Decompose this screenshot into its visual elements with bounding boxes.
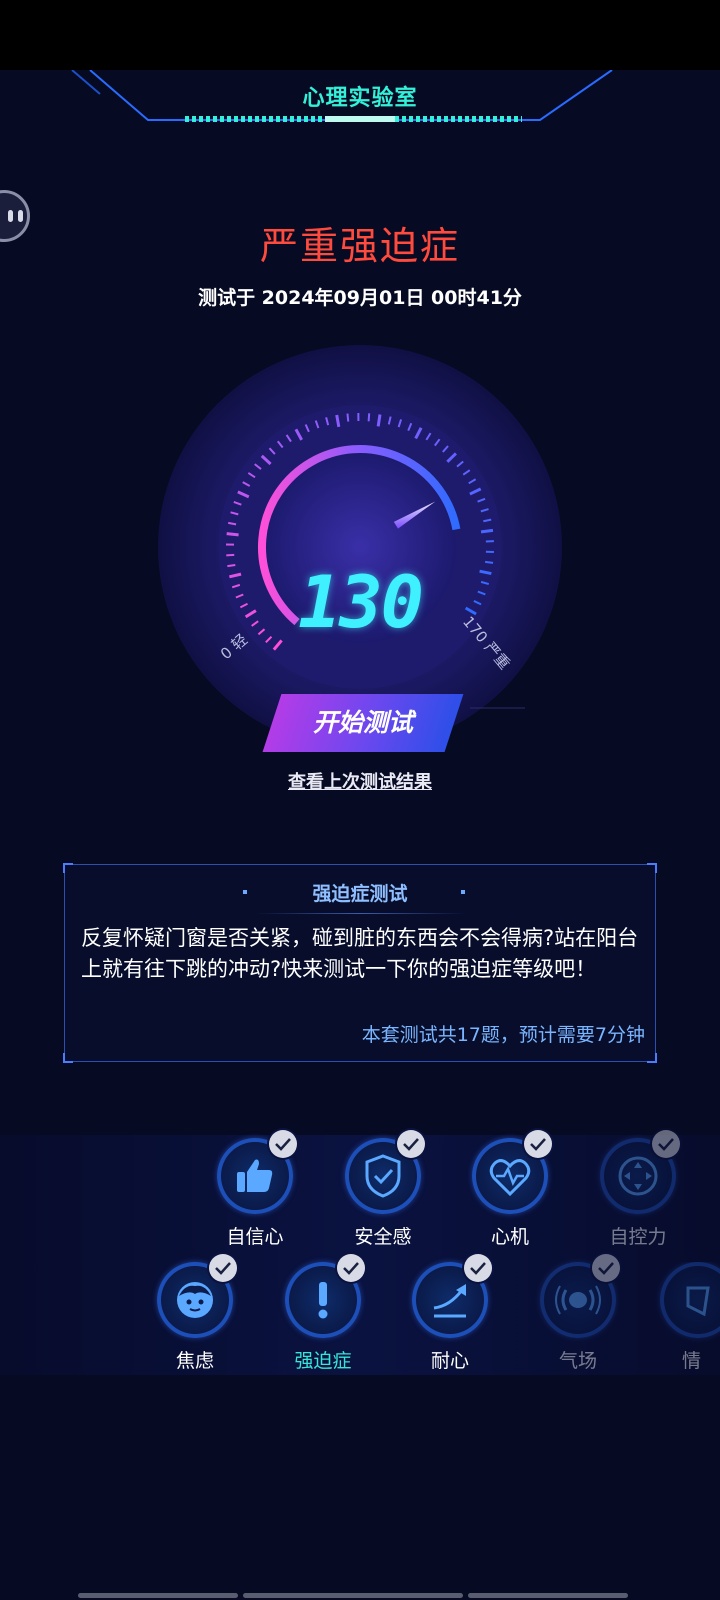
category-label: 强迫症	[294, 1350, 352, 1372]
face-icon	[177, 1282, 213, 1318]
category-icon-ring	[540, 1254, 620, 1338]
category-partial[interactable]: 情	[650, 1262, 720, 1373]
category-icon-ring	[600, 1130, 680, 1214]
check-icon	[275, 1138, 291, 1151]
checked-badge	[337, 1254, 365, 1282]
score-value: 130	[297, 560, 424, 644]
nav-bar-segment	[78, 1593, 238, 1598]
start-test-label: 开始测试	[312, 709, 413, 737]
result-date: 测试于 2024年09月01日 00时41分	[198, 287, 522, 309]
check-icon	[658, 1138, 674, 1151]
category-icon-ring	[472, 1130, 552, 1214]
category-label: 安全感	[354, 1226, 412, 1248]
checked-badge	[524, 1130, 552, 1158]
aura-icon	[555, 1285, 601, 1315]
category-label: 耐心	[430, 1350, 469, 1372]
category-label: 心机	[490, 1226, 529, 1248]
check-icon	[215, 1262, 231, 1275]
category-patience[interactable]: 耐心	[395, 1254, 505, 1373]
gauge-tick	[226, 532, 239, 537]
checked-badge	[652, 1130, 680, 1158]
joystick-icon	[618, 1156, 658, 1196]
card-description: 反复怀疑门窗是否关紧，碰到脏的东西会不会得病?站在阳台上就有往下跳的冲动?快来测…	[81, 926, 639, 981]
category-icon-ring	[345, 1130, 425, 1214]
checked-badge	[464, 1254, 492, 1282]
card-title-divider	[255, 913, 467, 914]
category-icon-ring	[285, 1254, 365, 1338]
category-security[interactable]: 安全感	[328, 1130, 438, 1249]
result-title: 严重强迫症	[259, 224, 460, 268]
check-icon	[403, 1138, 419, 1151]
category-aura[interactable]: 气场	[523, 1254, 633, 1373]
test-info-card: 强迫症测试 反复怀疑门窗是否关紧，碰到脏的东西会不会得病?站在阳台上就有往下跳的…	[63, 863, 657, 1063]
category-icon-ring	[157, 1254, 237, 1338]
category-label: 自控力	[609, 1226, 667, 1248]
category-scheming[interactable]: 心机	[455, 1130, 565, 1249]
view-last-result-link[interactable]: 查看上次测试结果	[0, 768, 720, 794]
gauge-tick	[228, 521, 237, 526]
page-title: 心理实验室	[302, 86, 418, 111]
heart-pulse-icon	[489, 1159, 531, 1197]
check-icon	[598, 1262, 614, 1275]
start-test-button[interactable]: 开始测试	[262, 694, 464, 752]
category-self-confidence[interactable]: 自信心	[200, 1130, 310, 1249]
header: 心理实验室	[0, 70, 720, 130]
checked-badge	[269, 1130, 297, 1158]
nav-bar-segment	[243, 1593, 463, 1598]
trend-arrow-icon	[433, 1284, 466, 1318]
category-label: 焦虑	[175, 1350, 214, 1372]
category-ocd[interactable]: 强迫症	[268, 1254, 378, 1373]
category-label: 自信心	[226, 1226, 284, 1248]
nav-bar-segment	[468, 1593, 628, 1598]
thumbs-up-icon	[237, 1159, 273, 1192]
shield-icon	[365, 1154, 401, 1198]
gauge-tick	[480, 528, 494, 534]
category-anxiety[interactable]: 焦虑	[140, 1254, 250, 1373]
checked-badge	[592, 1254, 620, 1282]
gauge-tick	[484, 560, 494, 564]
category-icon-ring	[412, 1254, 492, 1338]
gauge-tick	[346, 413, 350, 422]
check-icon	[470, 1262, 486, 1275]
status-bar	[0, 0, 720, 70]
checked-badge	[209, 1254, 237, 1282]
card-title: 强迫症测试	[312, 883, 408, 905]
category-icon-ring	[217, 1130, 297, 1214]
partial-icon	[686, 1286, 710, 1317]
checked-badge	[397, 1130, 425, 1158]
check-icon	[343, 1262, 359, 1275]
category-label: 气场	[558, 1350, 597, 1372]
category-label: 情	[682, 1350, 702, 1372]
gauge-tick	[335, 414, 341, 428]
gauge-tick	[227, 564, 236, 568]
exclamation-icon	[318, 1282, 328, 1319]
category-self-control[interactable]: 自控力	[583, 1130, 693, 1249]
gauge-tick	[376, 414, 382, 427]
category-icon-ring	[660, 1262, 720, 1338]
card-meta: 本套测试共17题，预计需要7分钟	[361, 1024, 645, 1046]
gauge-tick	[367, 413, 371, 422]
check-icon	[530, 1138, 546, 1151]
